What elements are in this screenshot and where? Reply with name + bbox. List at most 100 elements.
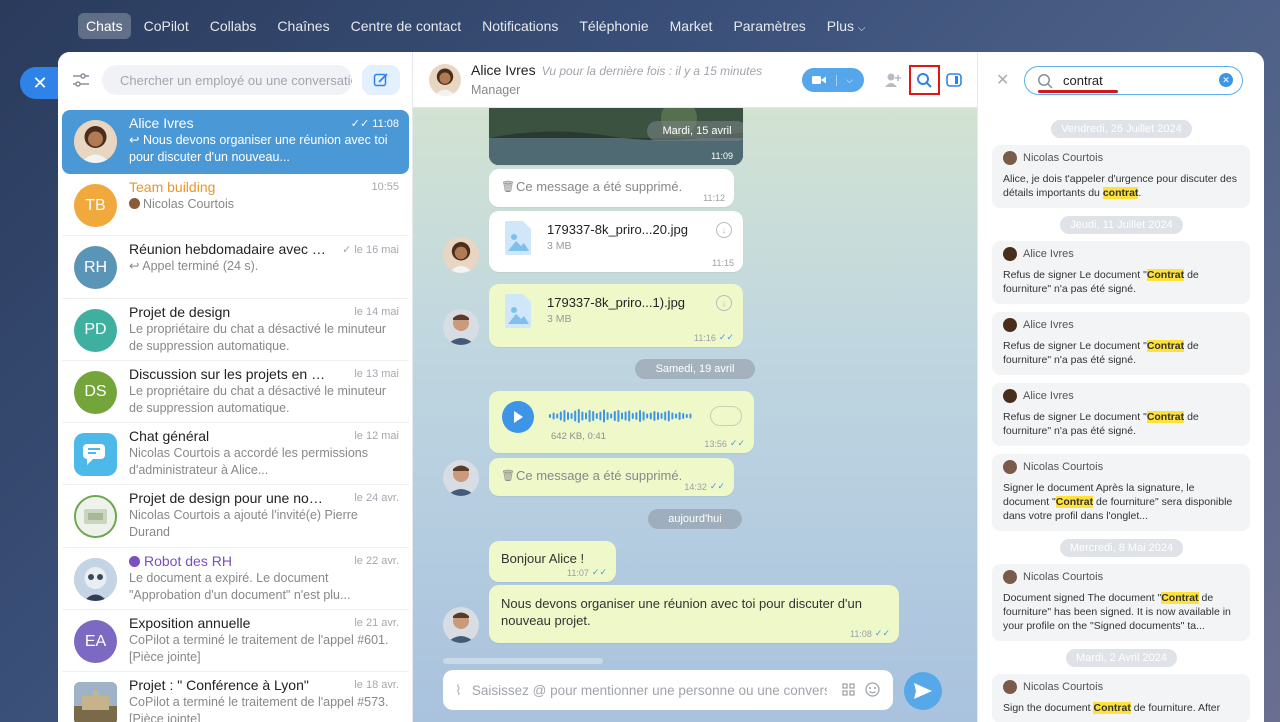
close-messenger-button[interactable]: ✕: [20, 67, 60, 99]
date-separator: Samedi, 19 avril: [635, 359, 755, 379]
sender-avatar[interactable]: [443, 237, 479, 273]
chat-time: le 21 avr.: [354, 617, 399, 630]
search-result-card[interactable]: Nicolas Courtois Sign the document Contra…: [992, 674, 1250, 722]
last-seen-status: Vu pour la dernière fois : il y a 15 min…: [541, 64, 763, 78]
voice-message[interactable]: 642 KB, 0:41 13:56 ✓✓: [489, 391, 754, 453]
file-message[interactable]: 179337-8k_priro...1).jpg 3 MB ↓ 11:16 ✓✓: [489, 284, 743, 347]
new-chat-button[interactable]: [362, 65, 400, 95]
composer-placeholder: Saisissez @ pour mentionner une personne…: [471, 682, 827, 698]
message-text: Bonjour Alice !: [501, 551, 585, 566]
nav-contact-center[interactable]: Centre de contact: [343, 13, 470, 39]
deleted-message[interactable]: 🗑 Ce message a été supprimé. 14:32 ✓✓: [489, 458, 734, 496]
close-search-button[interactable]: ✕: [996, 70, 1009, 90]
avatar: [74, 682, 117, 722]
text-message[interactable]: Nous devons organiser une réunion avec t…: [489, 585, 899, 643]
chat-item-team-building[interactable]: TB Team building Nicolas Courtois 10:55: [62, 174, 409, 237]
waveform-bar: [621, 412, 623, 420]
scroll-indicator: [443, 658, 603, 664]
chat-item-robot-rh[interactable]: Robot des RH Le document a expiré. Le do…: [62, 548, 409, 611]
video-call-button[interactable]: ⌵: [802, 68, 864, 92]
search-result-card[interactable]: Nicolas Courtois Document signed The docu…: [992, 564, 1250, 641]
mini-avatar: [1003, 460, 1017, 474]
result-date: Jeudi, 11 Juillet 2024: [1060, 216, 1183, 234]
chat-item-conference-lyon[interactable]: Projet : " Conférence à Lyon" CoPilot a …: [62, 672, 409, 722]
waveform-bar: [570, 413, 573, 419]
nav-settings[interactable]: Paramètres: [725, 13, 813, 39]
photo-message[interactable]: Mardi, 15 avril 11:09: [489, 108, 743, 165]
nav-copilot[interactable]: CoPilot: [136, 13, 197, 39]
chat-item-discussion-projets[interactable]: DS Discussion sur les projets en cours L…: [62, 361, 409, 424]
double-check-icon: ✓✓: [350, 118, 370, 130]
nav-collabs[interactable]: Collabs: [202, 13, 265, 39]
result-date: Mardi, 2 Avril 2024: [1066, 649, 1177, 667]
chat-item-exposition-annuelle[interactable]: EA Exposition annuelle CoPilot a terminé…: [62, 610, 409, 673]
download-icon[interactable]: ↓: [716, 295, 732, 311]
chat-preview: Nicolas Courtois: [129, 196, 399, 213]
waveform-bar: [556, 413, 559, 419]
contact-name[interactable]: Alice Ivres: [471, 62, 536, 78]
waveform-bar: [649, 412, 652, 420]
chat-item-projet-design-nouvel[interactable]: Projet de design pour une nouvel... Nico…: [62, 485, 409, 548]
text-message[interactable]: Bonjour Alice ! 11:07 ✓✓: [489, 541, 616, 582]
waveform-bar: [685, 414, 688, 418]
send-button[interactable]: [904, 672, 942, 710]
nav-chats[interactable]: Chats: [78, 13, 131, 39]
waveform-bar: [682, 413, 685, 419]
result-author: Nicolas Courtois: [1003, 151, 1240, 165]
download-icon[interactable]: ↓: [716, 222, 732, 238]
waveform-bar: [559, 411, 562, 421]
result-date: Vendredi, 26 Juillet 2024: [1051, 120, 1192, 138]
deleted-message[interactable]: 🗑 Ce message a été supprimé. 11:12: [489, 169, 734, 207]
file-message[interactable]: 179337-8k_priro...20.jpg 3 MB ↓ 11:15: [489, 211, 743, 272]
chat-item-chat-general[interactable]: Chat général Nicolas Courtois a accordé …: [62, 423, 409, 486]
chevron-down-icon: ⌵: [857, 23, 866, 34]
result-author-name: Alice Ivres: [1023, 390, 1074, 402]
play-button[interactable]: [502, 401, 534, 433]
chat-time: ✓ le 16 mai: [342, 243, 399, 256]
emoji-icon[interactable]: [865, 682, 880, 700]
chat-time: ✓✓ 11:08: [351, 117, 399, 130]
deleted-text: Ce message a été supprimé.: [516, 468, 683, 483]
send-icon: [914, 683, 932, 699]
avatar: [74, 433, 117, 477]
chat-sidebar: Chercher un employé ou une conversation …: [58, 52, 413, 722]
sender-avatar[interactable]: [443, 309, 479, 345]
chat-item-projet-design[interactable]: PD Projet de design Le propriétaire du c…: [62, 299, 409, 361]
image-file-icon: [505, 221, 531, 255]
nav-notifications[interactable]: Notifications: [474, 13, 566, 39]
message-time: 11:16: [694, 332, 716, 343]
search-result-card[interactable]: Alice Ivres Refus de signer Le document "…: [992, 241, 1250, 304]
search-result-card[interactable]: Nicolas Courtois Alice, je dois t'appeler…: [992, 145, 1250, 208]
result-match-highlight: Contrat: [1146, 269, 1185, 281]
chat-search-input[interactable]: Chercher un employé ou une conversation: [102, 65, 352, 95]
nav-more[interactable]: Plus ⌵: [819, 13, 874, 39]
nav-channels[interactable]: Chaînes: [269, 13, 337, 39]
nav-market[interactable]: Market: [662, 13, 721, 39]
mini-avatar: [1003, 151, 1017, 165]
voice-speed-toggle[interactable]: [710, 406, 742, 426]
apps-grid-icon[interactable]: [842, 683, 855, 699]
search-result-card[interactable]: Alice Ivres Refus de signer Le document "…: [992, 383, 1250, 446]
search-result-card[interactable]: Nicolas Courtois Signer le document Après…: [992, 454, 1250, 531]
filter-icon[interactable]: [70, 69, 92, 91]
avatar: [74, 495, 117, 539]
message-composer[interactable]: ⌇ Saisissez @ pour mentionner une person…: [443, 670, 893, 710]
waveform-bar: [664, 411, 667, 421]
waveform: [549, 409, 692, 423]
header-avatar[interactable]: [429, 63, 461, 96]
messenger-window: Chercher un employé ou une conversation …: [58, 52, 1264, 722]
attach-icon[interactable]: ⌇: [455, 682, 462, 699]
chat-item-alice-ivres[interactable]: Alice Ivres ↩ Nous devons organiser une …: [62, 110, 409, 174]
chat-time: le 18 avr.: [354, 679, 399, 692]
waveform-bar: [563, 410, 566, 422]
sidebar-toggle-icon[interactable]: [943, 69, 965, 91]
chat-item-reunion-hebdo[interactable]: RH Réunion hebdomadaire avec le... ↩ App…: [62, 236, 409, 299]
nav-telephony[interactable]: Téléphonie: [571, 13, 656, 39]
sender-avatar[interactable]: [443, 460, 479, 496]
search-result-card[interactable]: Alice Ivres Refus de signer Le document "…: [992, 312, 1250, 375]
sender-avatar[interactable]: [443, 607, 479, 643]
waveform-bar: [577, 409, 580, 423]
clear-search-button[interactable]: ✕: [1219, 73, 1233, 87]
chevron-down-icon[interactable]: ⌵: [836, 74, 862, 86]
add-user-icon[interactable]: [882, 69, 904, 91]
